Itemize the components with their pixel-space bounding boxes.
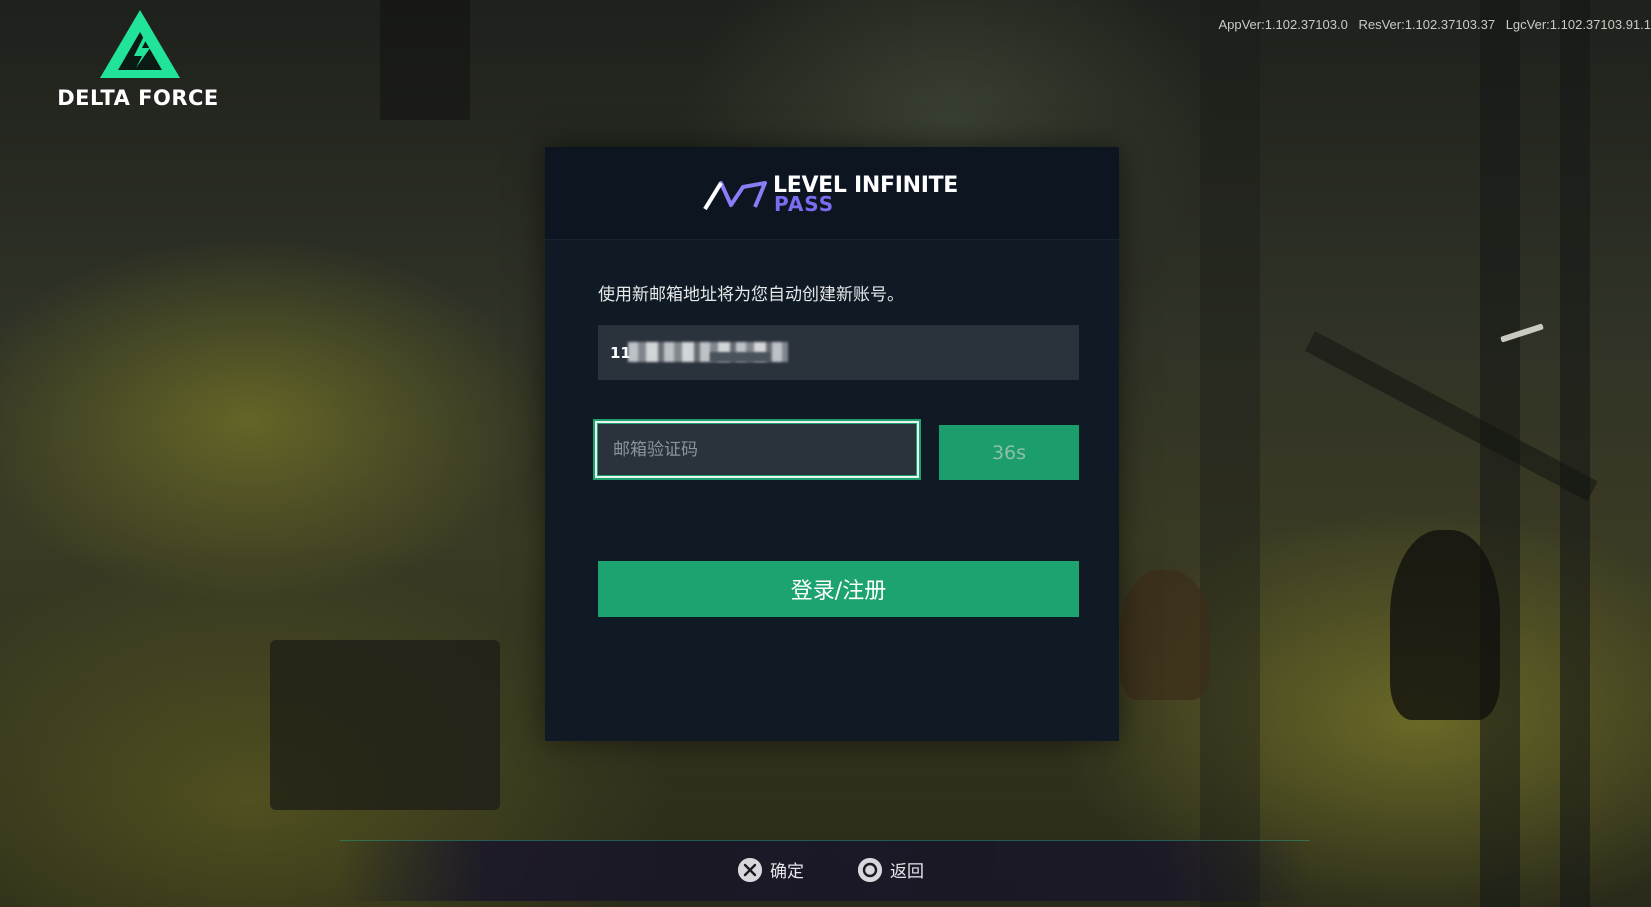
delta-force-logo: DELTA FORCE [48, 10, 228, 110]
background-soldier [1120, 570, 1210, 700]
level-infinite-emblem-icon [703, 181, 767, 211]
background-beam [1560, 0, 1590, 907]
level-infinite-pass-logo: LEVEL INFINITE PASS [703, 173, 963, 216]
background-crate [270, 640, 500, 810]
email-redaction [710, 352, 770, 362]
back-hint[interactable]: 返回 [858, 857, 924, 882]
app-version: AppVer:1.102.37103.0 [1218, 17, 1348, 32]
background-soldier [1390, 530, 1500, 720]
version-info: AppVer:1.102.37103.0 ResVer:1.102.37103.… [1211, 17, 1651, 32]
brand-line2: PASS [774, 192, 835, 216]
confirm-hint[interactable]: 确定 [738, 857, 804, 882]
background-beam [380, 0, 470, 120]
new-account-hint: 使用新邮箱地址将为您自动创建新账号。 [598, 285, 904, 305]
cross-button-icon [738, 857, 762, 882]
back-label: 返回 [890, 862, 924, 882]
verification-code-input[interactable] [597, 423, 917, 476]
dialog-header: LEVEL INFINITE PASS [545, 147, 1119, 240]
logo-text: DELTA FORCE [57, 86, 219, 110]
login-dialog: LEVEL INFINITE PASS 使用新邮箱地址将为您自动创建新账号。 1… [545, 147, 1119, 741]
resend-code-button[interactable]: 36s [939, 425, 1079, 480]
circle-button-icon [858, 857, 882, 882]
login-register-button[interactable]: 登录/注册 [598, 561, 1079, 617]
delta-force-emblem-icon [100, 10, 180, 78]
verification-code-field[interactable] [595, 421, 919, 478]
confirm-label: 确定 [770, 862, 804, 882]
lgc-version: LgcVer:1.102.37103.91.1 [1505, 17, 1651, 32]
email-field[interactable]: 11 [598, 325, 1079, 380]
background-beam [1200, 0, 1260, 907]
res-version: ResVer:1.102.37103.37 [1358, 17, 1496, 32]
controller-hints-bar: 确定 返回 [340, 840, 1310, 901]
background-strut [1304, 331, 1598, 501]
